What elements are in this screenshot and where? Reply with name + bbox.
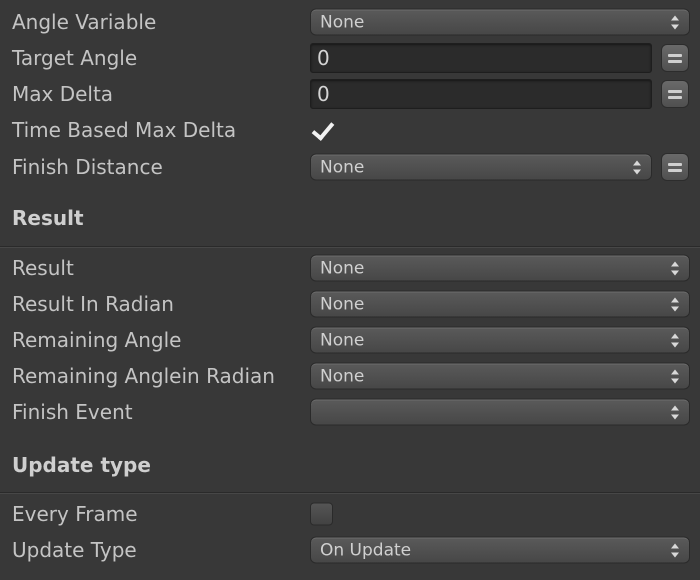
finish-distance-value: None — [320, 157, 365, 177]
finish-event-label: Finish Event — [12, 400, 133, 424]
remaining-angle-label: Remaining Angle — [12, 328, 182, 352]
target-angle-input[interactable]: 0 — [310, 43, 652, 73]
updown-arrows-icon — [671, 369, 679, 383]
update-type-label: Update Type — [12, 538, 137, 562]
result-in-radian-row: Result In Radian None — [0, 287, 700, 321]
updown-arrows-icon — [671, 261, 679, 275]
remaining-angle-dropdown[interactable]: None — [310, 326, 690, 354]
updown-arrows-icon — [671, 333, 679, 347]
result-row: Result None — [0, 251, 700, 285]
result-section-title: Result — [12, 206, 84, 230]
max-delta-label: Max Delta — [12, 82, 114, 106]
angle-variable-dropdown[interactable]: None — [310, 8, 690, 36]
finish-distance-dropdown[interactable]: None — [310, 153, 652, 181]
remaining-angle-row: Remaining Angle None — [0, 323, 700, 357]
equals-icon — [668, 54, 682, 57]
target-angle-value: 0 — [317, 46, 330, 70]
time-based-max-delta-checkbox[interactable] — [310, 117, 335, 142]
finish-distance-row: Finish Distance None — [0, 150, 700, 184]
time-based-max-delta-row: Time Based Max Delta — [0, 113, 700, 147]
equals-icon — [668, 90, 682, 93]
target-angle-variable-toggle-button[interactable] — [661, 44, 689, 72]
update-type-divider — [0, 492, 700, 494]
remaining-angle-in-radian-value: None — [320, 366, 365, 386]
every-frame-checkbox[interactable] — [310, 502, 333, 526]
remaining-angle-in-radian-row: Remaining Anglein Radian None — [0, 359, 700, 393]
target-angle-label: Target Angle — [12, 46, 138, 70]
update-type-section-title: Update type — [12, 453, 151, 477]
remaining-angle-in-radian-dropdown[interactable]: None — [310, 362, 690, 390]
every-frame-label: Every Frame — [12, 502, 138, 526]
finish-distance-variable-toggle-button[interactable] — [661, 153, 689, 181]
result-value: None — [320, 258, 365, 278]
max-delta-variable-toggle-button[interactable] — [661, 80, 689, 108]
updown-arrows-icon — [671, 543, 679, 557]
max-delta-input[interactable]: 0 — [310, 79, 652, 109]
max-delta-value: 0 — [317, 82, 330, 106]
time-based-max-delta-label: Time Based Max Delta — [12, 118, 237, 142]
every-frame-row: Every Frame — [0, 497, 700, 531]
equals-icon — [668, 163, 682, 166]
result-in-radian-label: Result In Radian — [12, 292, 174, 316]
finish-distance-label: Finish Distance — [12, 155, 163, 179]
max-delta-row: Max Delta 0 — [0, 77, 700, 111]
angle-variable-label: Angle Variable — [12, 10, 157, 34]
remaining-angle-in-radian-label: Remaining Anglein Radian — [12, 364, 275, 388]
result-in-radian-dropdown[interactable]: None — [310, 290, 690, 318]
update-type-dropdown[interactable]: On Update — [310, 536, 690, 564]
update-type-row: Update Type On Update — [0, 533, 700, 567]
result-divider — [0, 246, 700, 248]
result-label: Result — [12, 256, 74, 280]
finish-event-row: Finish Event — [0, 395, 700, 429]
updown-arrows-icon — [671, 405, 679, 419]
result-dropdown[interactable]: None — [310, 254, 690, 282]
checkmark-icon — [311, 117, 335, 141]
angle-variable-row: Angle Variable None — [0, 5, 700, 39]
finish-event-dropdown[interactable] — [310, 398, 690, 426]
update-type-value: On Update — [320, 540, 412, 560]
target-angle-row: Target Angle 0 — [0, 41, 700, 75]
result-in-radian-value: None — [320, 294, 365, 314]
updown-arrows-icon — [671, 297, 679, 311]
updown-arrows-icon — [671, 15, 679, 29]
angle-variable-value: None — [320, 12, 365, 32]
updown-arrows-icon — [633, 160, 641, 174]
remaining-angle-value: None — [320, 330, 365, 350]
